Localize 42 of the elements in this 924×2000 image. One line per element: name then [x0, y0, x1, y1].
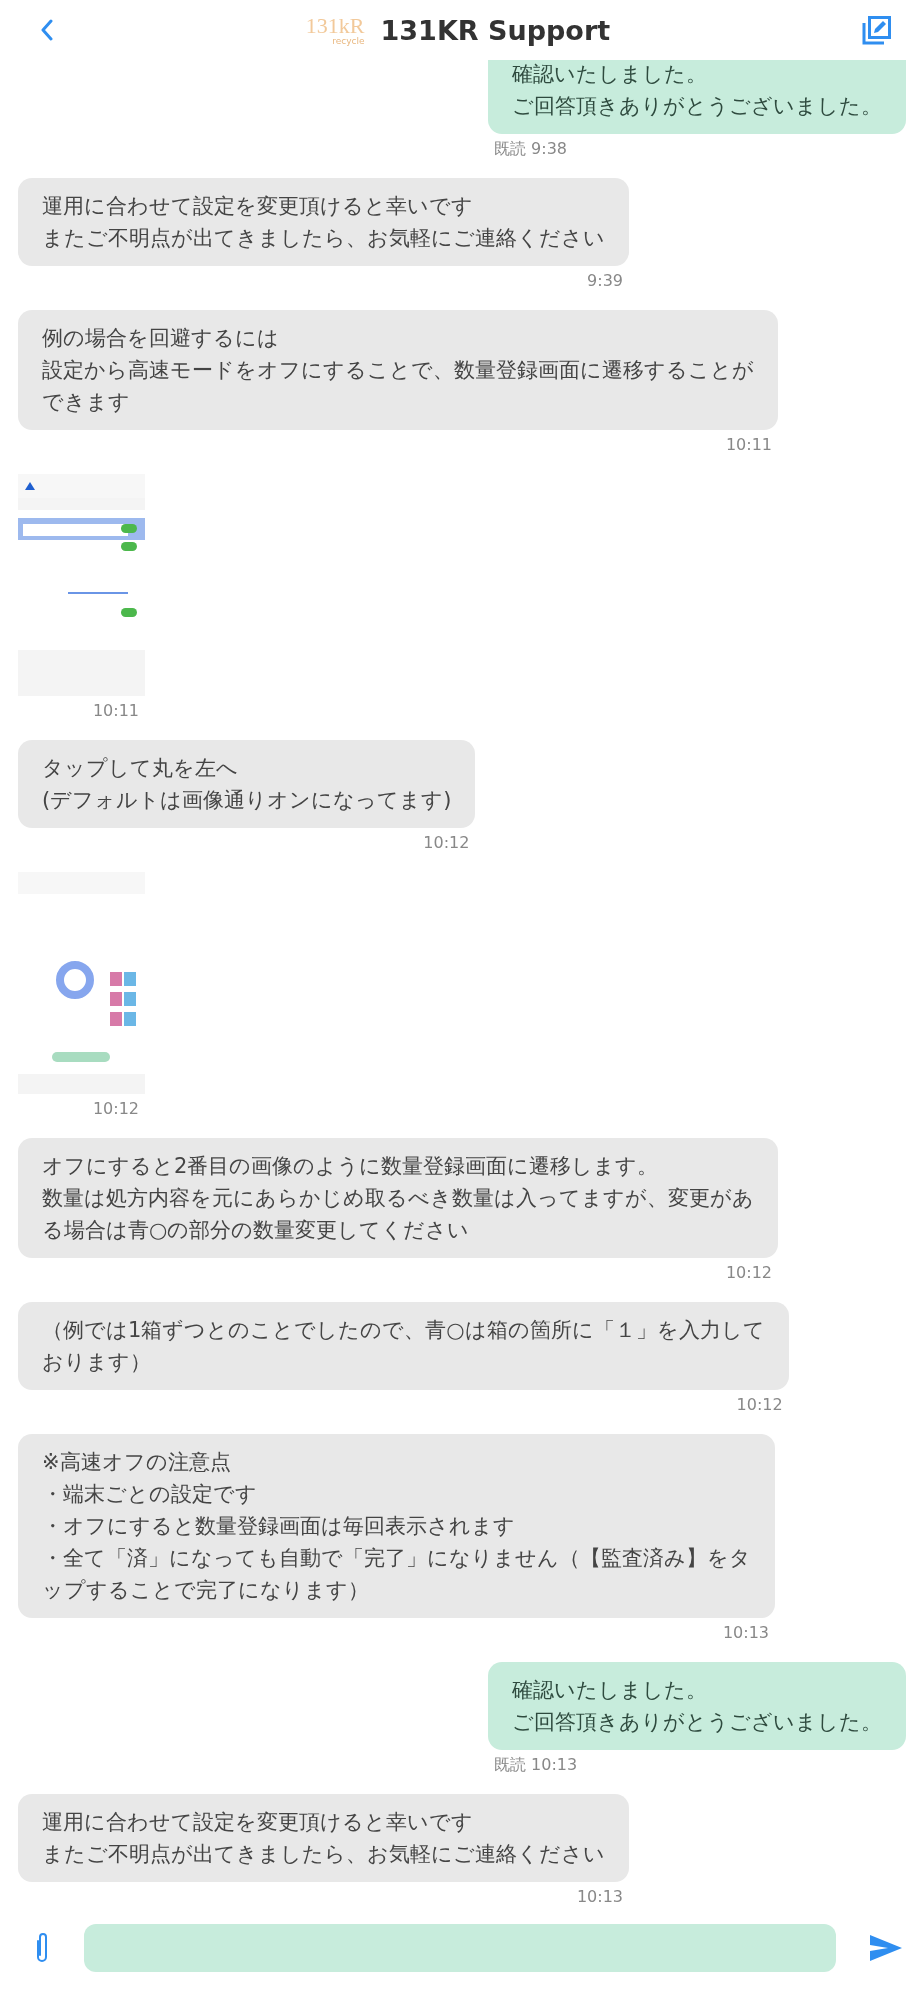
message-line: 数量は処方内容を元にあらかじめ取るべき数量は入ってますが、変更があ: [42, 1185, 754, 1212]
edit-icon[interactable]: [862, 15, 892, 45]
message-line: 確認いたしました。: [512, 61, 708, 88]
message-input[interactable]: [84, 1924, 836, 1972]
message-line: 運用に合わせて設定を変更頂けると幸いです: [42, 1809, 474, 1836]
message-line: できます: [42, 389, 131, 416]
message-line: る場合は青○の部分の数量変更してください: [42, 1217, 471, 1244]
message-line: 確認いたしました。: [512, 1677, 708, 1704]
message-line: ご回答頂きありがとうございました。: [512, 1709, 882, 1736]
message-line: ・オフにすると数量登録画面は毎回表示されます: [42, 1513, 516, 1540]
back-icon[interactable]: [40, 19, 54, 41]
message-line: ※高速オフの注意点: [42, 1449, 232, 1476]
message-line: 設定から高速モードをオフにすることで、数量登録画面に遷移することが: [42, 357, 754, 384]
chat-title: 131KR Support: [380, 14, 611, 46]
message-time: 10:12: [736, 1394, 783, 1416]
send-icon[interactable]: [870, 1935, 902, 1961]
logo-text: 131kR: [305, 14, 365, 37]
attach-icon[interactable]: [34, 1931, 50, 1965]
message-time: 10:12: [92, 1098, 139, 1120]
message-line: 運用に合わせて設定を変更頂けると幸いです: [42, 193, 474, 220]
message-line: （例では1箱ずつとのことでしたので、青○は箱の箇所に「１」を入力して: [42, 1317, 765, 1344]
message-line: 例の場合を回避するには: [42, 325, 280, 352]
message-time: 既読 10:13: [494, 1754, 578, 1776]
message-line: ご回答頂きありがとうございました。: [512, 93, 882, 120]
message-time: 10:12: [423, 832, 470, 854]
message-line: おります）: [42, 1349, 152, 1376]
message-line: オフにすると2番目の画像のように数量登録画面に遷移します。: [42, 1153, 660, 1180]
message-time: 10:13: [722, 1622, 769, 1644]
message-line: タップして丸を左へ: [42, 755, 239, 782]
logo-subtext: recycle: [332, 36, 365, 46]
message-line: ップすることで完了になります）: [42, 1577, 370, 1604]
message-line: またご不明点が出てきましたら、お気軽にご連絡ください: [42, 1841, 605, 1868]
message-time: 10:13: [576, 1886, 623, 1908]
message-time: 10:11: [92, 700, 139, 722]
message-line: ・端末ごとの設定です: [42, 1481, 258, 1508]
message-time: 9:39: [587, 270, 623, 292]
message-line: (デフォルトは画像通りオンになってます): [42, 787, 452, 814]
message-line: ・全て「済」になっても自動で「完了」になりません（【監査済み】をタ: [42, 1545, 751, 1572]
message-line: またご不明点が出てきましたら、お気軽にご連絡ください: [42, 225, 605, 252]
message-time: 既読 9:38: [494, 138, 567, 160]
message-time: 10:12: [725, 1262, 772, 1284]
message-time: 10:11: [725, 434, 772, 456]
